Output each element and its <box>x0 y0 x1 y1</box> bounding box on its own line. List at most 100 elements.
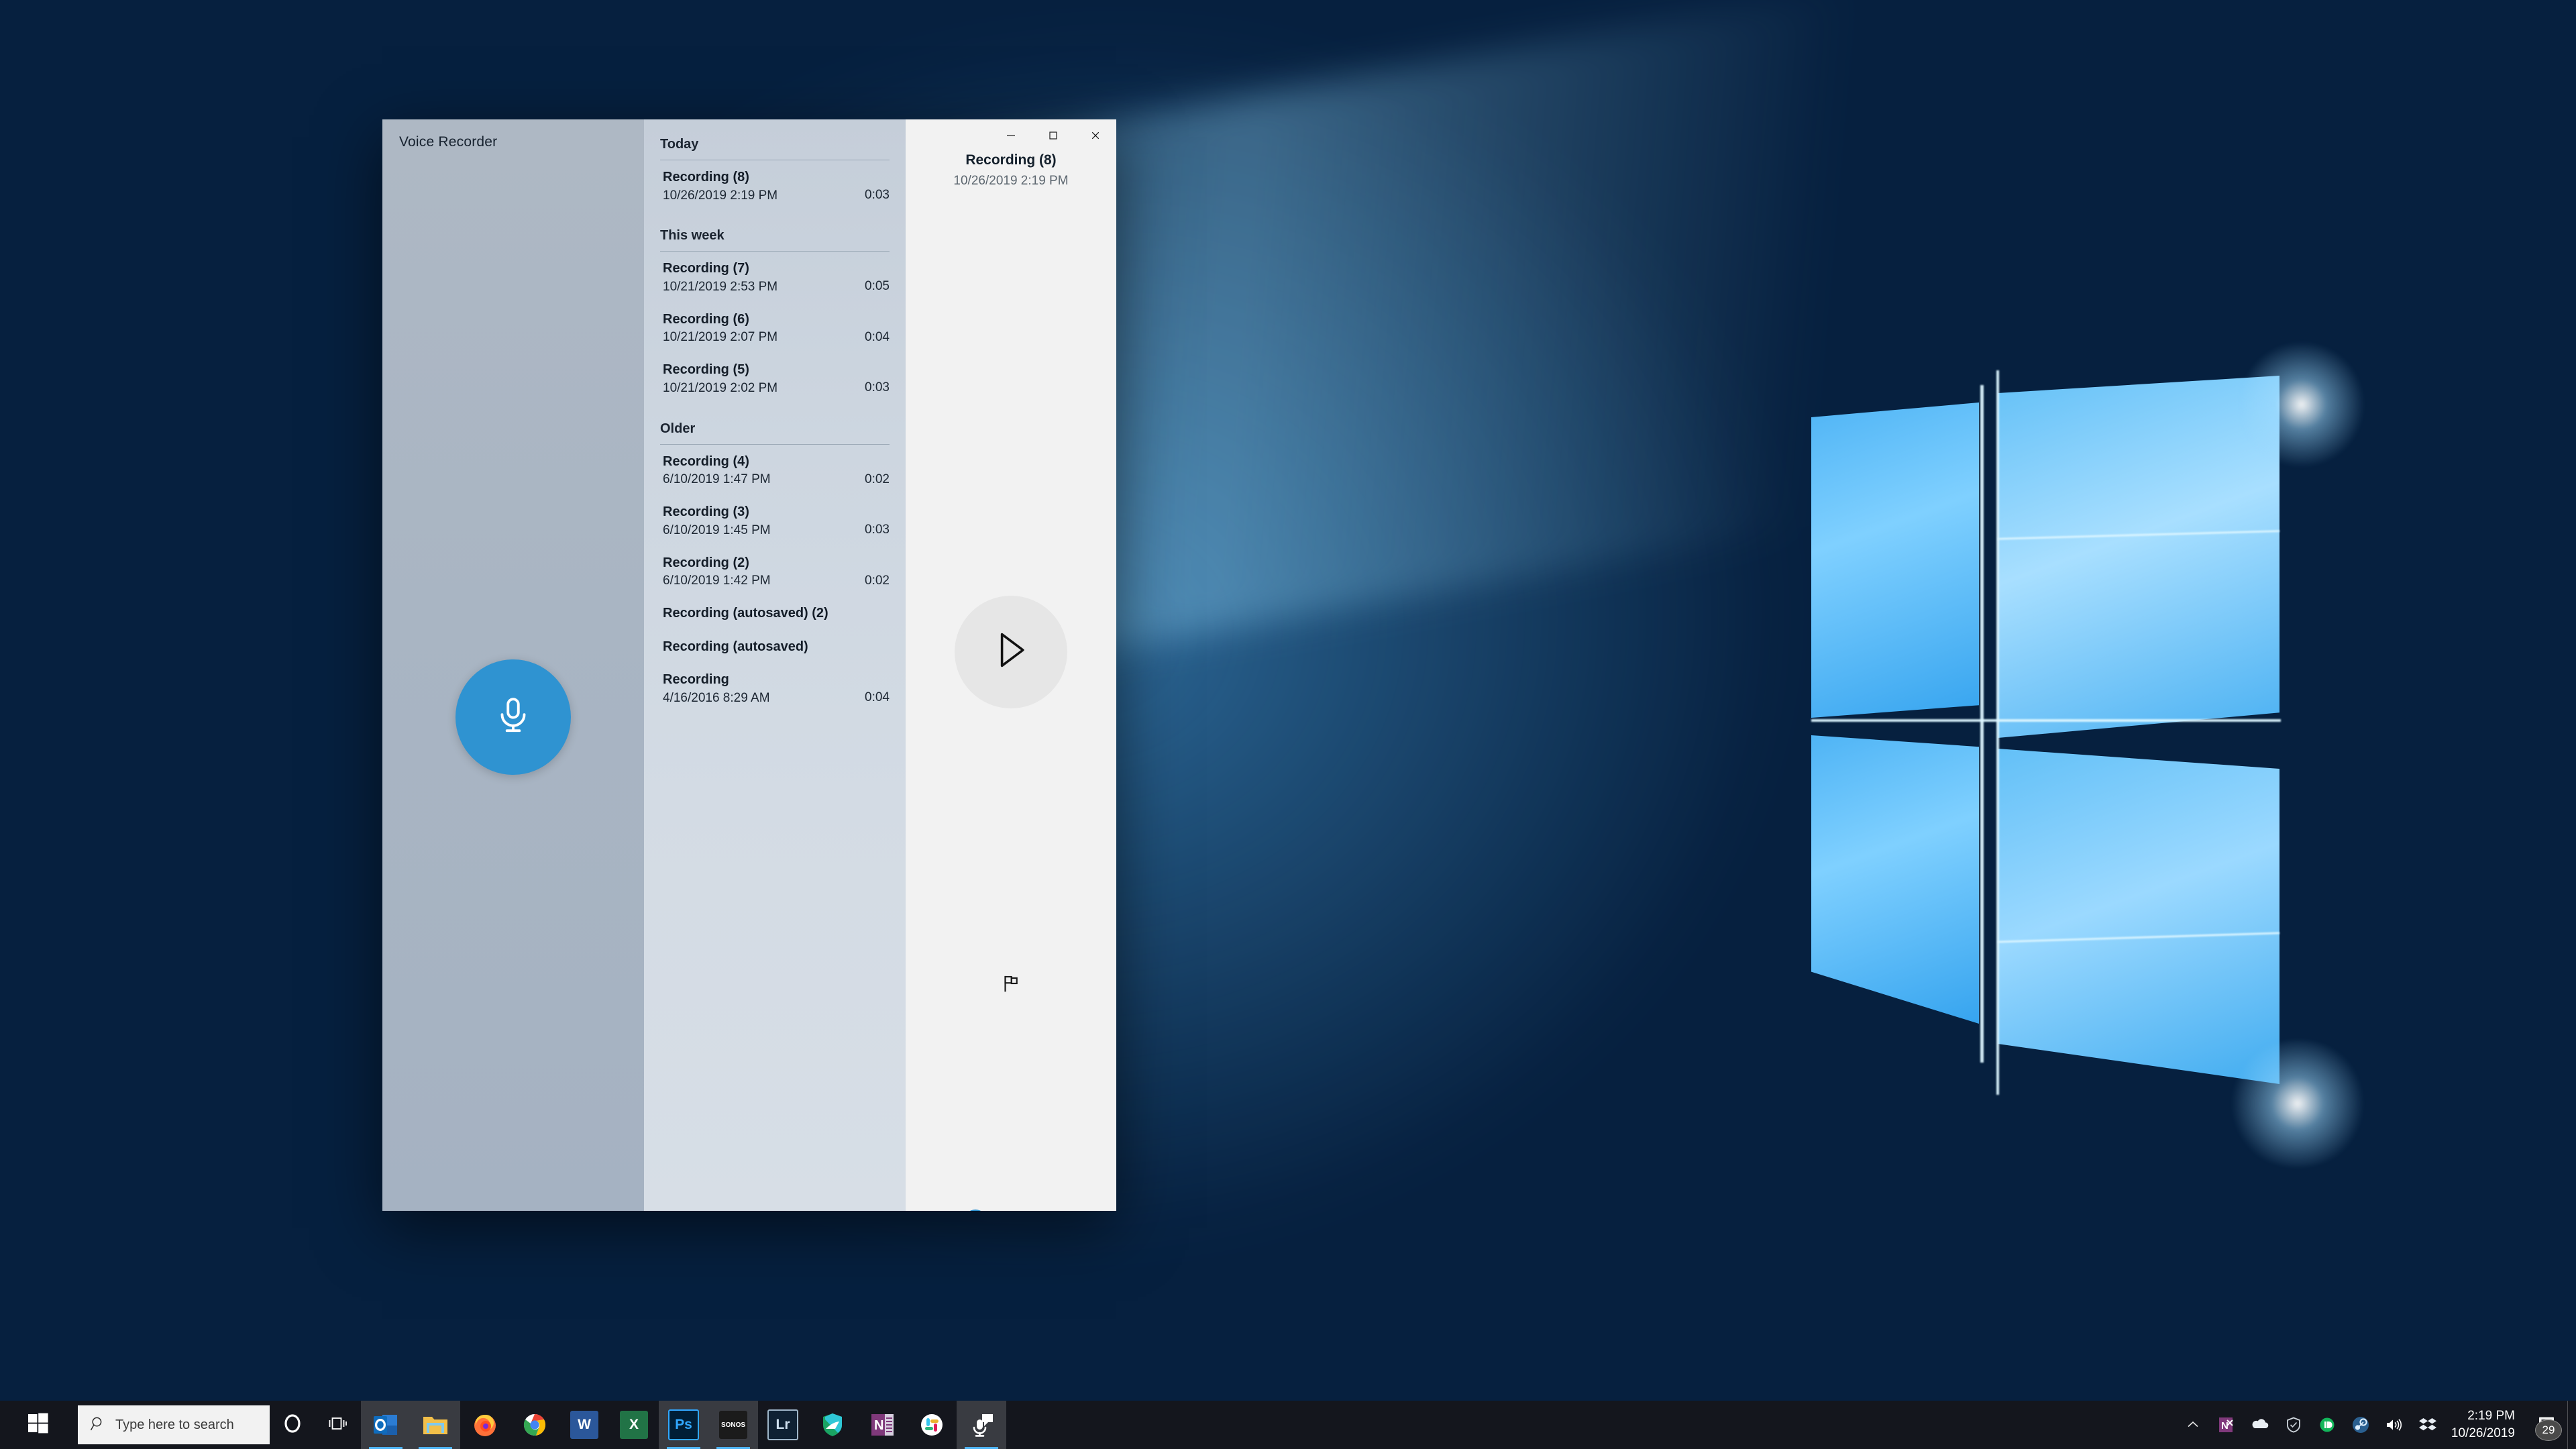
list-item-date: 10/26/2019 2:19 PM <box>663 188 778 203</box>
playback-header: Recording (8) 10/26/2019 2:19 PM <box>906 152 1116 189</box>
search-icon <box>90 1415 106 1435</box>
taskbar-app-word[interactable]: W <box>559 1401 609 1449</box>
cortana-button[interactable] <box>270 1401 315 1449</box>
chevron-up-icon[interactable] <box>2176 1401 2210 1449</box>
list-item-duration: 0:02 <box>865 472 890 486</box>
list-item-meta: Recording (autosaved) <box>663 639 883 655</box>
list-item-duration: 0:03 <box>865 523 890 537</box>
play-button[interactable] <box>955 595 1067 708</box>
record-button[interactable] <box>455 659 571 775</box>
list-item[interactable]: Recording (4) 6/10/2019 1:47 PM 0:02 <box>644 445 906 495</box>
list-item-duration: 0:05 <box>865 279 890 294</box>
taskbar-app-sonos[interactable]: SONOS <box>708 1401 758 1449</box>
onedrive-icon[interactable] <box>2243 1401 2277 1449</box>
taskbar-app-slack[interactable] <box>907 1401 957 1449</box>
list-group-header: Today <box>644 137 906 160</box>
list-item-meta: Recording (5) 10/21/2019 2:02 PM <box>663 362 858 395</box>
list-item-date: 10/21/2019 2:53 PM <box>663 280 778 294</box>
list-item-name: Recording (7) <box>663 261 749 276</box>
dropbox-icon[interactable] <box>2411 1401 2445 1449</box>
list-item[interactable]: Recording (autosaved) <box>644 630 906 663</box>
pushbullet-icon[interactable] <box>2310 1401 2344 1449</box>
list-item-name: Recording (5) <box>663 362 749 378</box>
add-marker-button[interactable] <box>992 968 1030 1002</box>
taskbar-app-onenote[interactable]: N <box>857 1401 907 1449</box>
left-rail: Voice Recorder <box>382 119 644 1211</box>
show-desktop-button[interactable] <box>2567 1401 2576 1449</box>
list-item-name: Recording (8) <box>663 170 749 184</box>
system-tray: N 2:19 PM 10/26/2019 29 <box>2176 1401 2576 1449</box>
outlook-icon <box>372 1411 400 1439</box>
lightroom-icon: Lr <box>767 1409 798 1440</box>
windows-logo-icon <box>28 1413 49 1438</box>
start-button[interactable] <box>0 1401 76 1449</box>
svg-text:N: N <box>874 1418 883 1433</box>
taskbar-app-firefox[interactable] <box>460 1401 510 1449</box>
steam-icon[interactable] <box>2344 1401 2377 1449</box>
volume-icon[interactable] <box>2377 1401 2411 1449</box>
voice-recorder-window: Voice Recorder Today Recording (8) 10/26/2… <box>382 119 1116 1211</box>
list-item[interactable]: Recording (8) 10/26/2019 2:19 PM 0:03 <box>644 160 906 211</box>
taskbar: Type here to search W X Ps SONOS Lr N N … <box>0 1401 2576 1449</box>
security-shield-icon[interactable] <box>2277 1401 2310 1449</box>
recordings-list[interactable]: Today Recording (8) 10/26/2019 2:19 PM 0:03… <box>644 119 906 1211</box>
seek-slider[interactable] <box>963 1210 1058 1211</box>
list-item[interactable]: Recording (6) 10/21/2019 2:07 PM 0:04 <box>644 303 906 353</box>
notification-button[interactable]: 29 <box>2526 1401 2567 1449</box>
list-item[interactable]: Recording (2) 6/10/2019 1:42 PM 0:02 <box>644 546 906 596</box>
list-item-name: Recording (autosaved) <box>663 639 808 654</box>
taskbar-app-lightroom[interactable]: Lr <box>758 1401 808 1449</box>
list-item-meta: Recording (6) 10/21/2019 2:07 PM <box>663 312 858 345</box>
list-item-date: 10/21/2019 2:02 PM <box>663 380 778 395</box>
list-item[interactable]: Recording (5) 10/21/2019 2:02 PM 0:03 <box>644 353 906 403</box>
list-item-meta: Recording (2) 6/10/2019 1:42 PM <box>663 555 858 588</box>
list-item-date: 6/10/2019 1:42 PM <box>663 574 771 588</box>
list-item-date: 6/10/2019 1:45 PM <box>663 523 771 537</box>
clock[interactable]: 2:19 PM 10/26/2019 <box>2445 1401 2526 1449</box>
onenote-clipper-icon[interactable]: N <box>2210 1401 2243 1449</box>
close-button[interactable] <box>1074 119 1116 151</box>
clock-date: 10/26/2019 <box>2451 1426 2515 1440</box>
taskbar-app-excel[interactable]: X <box>609 1401 659 1449</box>
excel-icon: X <box>620 1411 648 1439</box>
task-view-button[interactable] <box>315 1401 361 1449</box>
list-item-duration: 0:04 <box>865 690 890 705</box>
taskbar-app-voice-recorder[interactable] <box>957 1401 1006 1449</box>
playback-title: Recording (8) <box>965 152 1057 168</box>
minimize-button[interactable] <box>989 119 1032 151</box>
list-item-duration: 0:04 <box>865 329 890 344</box>
playback-date: 10/26/2019 2:19 PM <box>953 174 1069 189</box>
seek-row: 0:00 0:03 <box>932 1210 1092 1211</box>
record-button-wrap <box>382 659 644 775</box>
onenote-icon: N <box>868 1411 896 1439</box>
list-item[interactable]: Recording (7) 10/21/2019 2:53 PM 0:05 <box>644 252 906 302</box>
list-item[interactable]: Recording (autosaved) (2) <box>644 596 906 630</box>
taskbar-app-file-explorer[interactable] <box>411 1401 460 1449</box>
taskbar-app-outlook[interactable] <box>361 1401 411 1449</box>
list-group-label: Today <box>660 137 699 152</box>
word-icon: W <box>570 1411 598 1439</box>
file-explorer-icon <box>421 1411 449 1439</box>
slack-icon <box>918 1411 946 1439</box>
maximize-icon <box>1049 131 1057 140</box>
taskbar-app-chrome[interactable] <box>510 1401 559 1449</box>
taskbar-app-photoshop[interactable]: Ps <box>659 1401 708 1449</box>
list-group-header: This week <box>644 228 906 252</box>
search-input[interactable]: Type here to search <box>78 1405 270 1444</box>
list-item[interactable]: Recording (3) 6/10/2019 1:45 PM 0:03 <box>644 495 906 545</box>
maximize-button[interactable] <box>1032 119 1074 151</box>
cortana-icon <box>282 1413 303 1437</box>
sonos-icon: SONOS <box>719 1411 747 1439</box>
list-item-date: 10/21/2019 2:07 PM <box>663 330 778 345</box>
taskbar-app-antivirus-shield[interactable] <box>808 1401 857 1449</box>
list-item-meta: Recording (3) 6/10/2019 1:45 PM <box>663 504 858 537</box>
play-icon <box>993 631 1029 673</box>
list-item[interactable]: Recording 4/16/2016 8:29 AM 0:04 <box>644 663 906 713</box>
list-item-duration: 0:03 <box>865 188 890 202</box>
clock-time: 2:19 PM <box>2467 1409 2515 1424</box>
search-placeholder: Type here to search <box>115 1417 234 1432</box>
window-controls <box>989 119 1116 151</box>
seek-thumb[interactable] <box>963 1210 987 1211</box>
list-item-meta: Recording (7) 10/21/2019 2:53 PM <box>663 261 858 294</box>
photoshop-icon: Ps <box>668 1409 699 1440</box>
